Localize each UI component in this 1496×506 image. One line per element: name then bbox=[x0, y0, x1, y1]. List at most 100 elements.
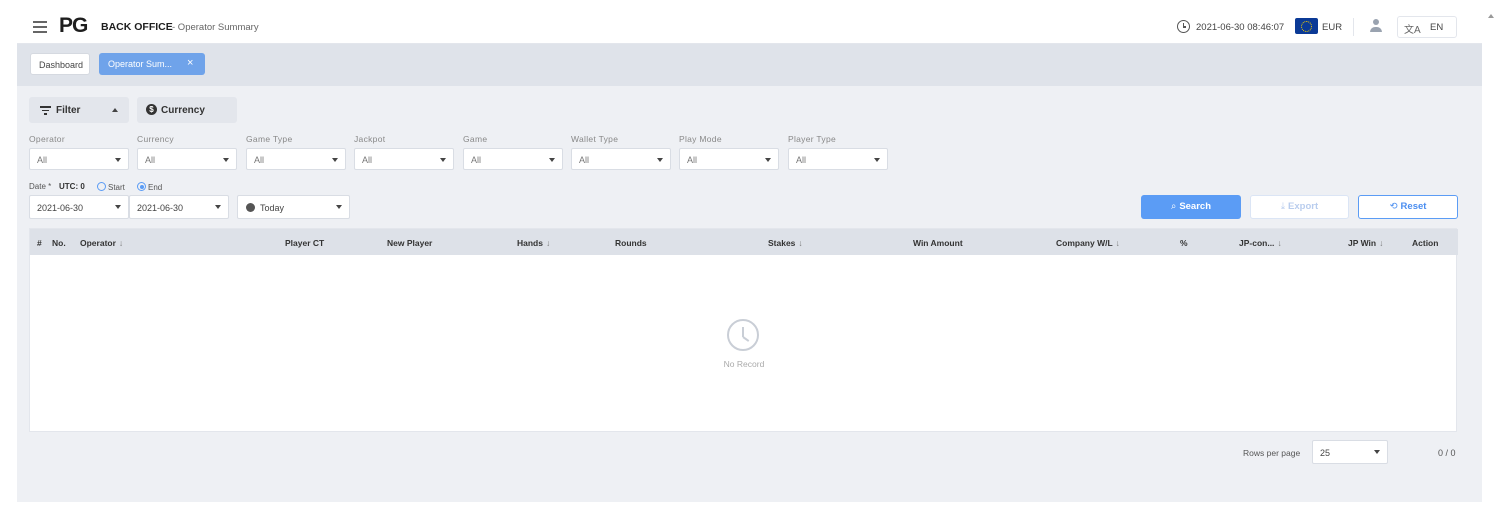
pg-logo: PG bbox=[59, 14, 88, 37]
chevron-down-icon bbox=[215, 205, 221, 209]
col-stakes[interactable]: Stakes ↓ bbox=[768, 238, 803, 248]
operator-filter-label: Operator bbox=[29, 134, 65, 144]
sort-arrow-icon: ↓ bbox=[118, 238, 124, 248]
chevron-down-icon bbox=[765, 158, 771, 162]
dollar-icon: $ bbox=[146, 104, 157, 115]
filter-toggle-button[interactable]: Filter bbox=[29, 97, 129, 123]
jackpot-select[interactable]: All bbox=[354, 148, 454, 170]
refresh-icon: ⟲ bbox=[1389, 201, 1398, 212]
language-code: EN bbox=[1430, 22, 1444, 33]
hamburger-menu-icon[interactable] bbox=[33, 21, 47, 33]
filter-label: Filter bbox=[56, 105, 81, 116]
clock-icon bbox=[1177, 20, 1190, 33]
no-record-text: No Record bbox=[723, 359, 765, 369]
select-value: All bbox=[145, 155, 156, 165]
chevron-down-icon bbox=[332, 158, 338, 162]
rows-per-page-label: Rows per page bbox=[1243, 448, 1301, 458]
user-icon[interactable] bbox=[1369, 19, 1383, 33]
chevron-down-icon bbox=[115, 158, 121, 162]
player-type-select[interactable]: All bbox=[788, 148, 888, 170]
select-value: All bbox=[37, 155, 48, 165]
date-range-select[interactable]: Today bbox=[237, 195, 350, 219]
select-value: All bbox=[471, 155, 482, 165]
scrollbar-up-arrow-icon[interactable] bbox=[1488, 14, 1494, 18]
chevron-down-icon bbox=[874, 158, 880, 162]
language-selector[interactable]: 文A EN bbox=[1397, 16, 1457, 38]
col-percent[interactable]: % bbox=[1180, 238, 1188, 248]
currency-label: Currency bbox=[161, 105, 205, 116]
col-action: Action bbox=[1412, 238, 1439, 248]
select-value: All bbox=[362, 155, 373, 165]
game-type-select[interactable]: All bbox=[246, 148, 346, 170]
export-button[interactable]: ⤓ Export bbox=[1250, 195, 1349, 219]
date-to-select[interactable]: 2021-06-30 bbox=[129, 195, 229, 219]
top-header: PG BACK OFFICE - Operator Summary 2021-0… bbox=[17, 10, 1482, 44]
end-radio-label: End bbox=[148, 183, 163, 192]
chevron-down-icon bbox=[657, 158, 663, 162]
select-value: All bbox=[687, 155, 698, 165]
col-new-player[interactable]: New Player bbox=[387, 238, 432, 248]
col-rounds[interactable]: Rounds bbox=[615, 238, 647, 248]
col-hands[interactable]: Hands ↓ bbox=[517, 238, 550, 248]
play-mode-select[interactable]: All bbox=[679, 148, 779, 170]
wallet-type-select[interactable]: All bbox=[571, 148, 671, 170]
sort-arrow-icon: ↓ bbox=[1277, 238, 1282, 248]
chevron-down-icon bbox=[336, 205, 342, 209]
currency-select[interactable]: All bbox=[137, 148, 237, 170]
caret-up-icon bbox=[112, 108, 118, 112]
col-company-wl[interactable]: Company W/L ↓ bbox=[1056, 238, 1120, 248]
data-table: # No. Operator ↓ Player CT New Player Han… bbox=[29, 228, 1458, 432]
export-button-label: Export bbox=[1288, 201, 1319, 212]
col-win-amount[interactable]: Win Amount bbox=[913, 238, 963, 248]
tab-label: Dashboard bbox=[39, 60, 84, 70]
date-label: Date * bbox=[29, 182, 52, 191]
close-tab-icon[interactable]: × bbox=[187, 57, 193, 69]
currency-filter-label: Currency bbox=[137, 134, 174, 144]
chevron-down-icon bbox=[223, 158, 229, 162]
chevron-down-icon bbox=[115, 205, 121, 209]
col-jp-win[interactable]: JP Win ↓ bbox=[1348, 238, 1383, 248]
player-type-filter-label: Player Type bbox=[788, 134, 837, 144]
select-value: All bbox=[579, 155, 590, 165]
sort-arrow-icon: ↓ bbox=[545, 238, 551, 248]
chevron-down-icon bbox=[1374, 450, 1380, 454]
translate-icon: 文A bbox=[1404, 25, 1421, 36]
header-divider bbox=[1353, 18, 1354, 36]
app-window: PG BACK OFFICE - Operator Summary 2021-0… bbox=[17, 10, 1482, 502]
filter-icon bbox=[40, 106, 51, 115]
start-radio[interactable] bbox=[97, 182, 106, 191]
currency-code[interactable]: EUR bbox=[1322, 22, 1342, 33]
utc-label: UTC: 0 bbox=[59, 182, 85, 191]
page-title: - Operator Summary bbox=[172, 22, 259, 33]
clock-icon bbox=[246, 203, 255, 212]
end-radio[interactable] bbox=[137, 182, 146, 191]
operator-select[interactable]: All bbox=[29, 148, 129, 170]
select-value: All bbox=[254, 155, 265, 165]
tab-operator-summary[interactable]: Operator Sum... × bbox=[99, 53, 205, 75]
col-jp-contribution[interactable]: JP-con... ↓ bbox=[1239, 238, 1282, 248]
game-select[interactable]: All bbox=[463, 148, 563, 170]
tab-label: Operator Sum... bbox=[108, 59, 173, 69]
start-radio-label: Start bbox=[108, 183, 125, 192]
app-name: BACK OFFICE bbox=[101, 21, 173, 33]
table-header: # No. Operator ↓ Player CT New Player Han… bbox=[30, 229, 1458, 255]
rows-per-page-select[interactable]: 25 bbox=[1312, 440, 1388, 464]
search-button[interactable]: ⌕ Search bbox=[1141, 195, 1241, 219]
col-operator[interactable]: Operator ↓ bbox=[80, 238, 123, 248]
currency-toggle-button[interactable]: $ Currency bbox=[137, 97, 237, 123]
select-value: 2021-06-30 bbox=[137, 203, 184, 213]
search-icon: ⌕ bbox=[1170, 201, 1177, 212]
game-type-filter-label: Game Type bbox=[246, 134, 293, 144]
reset-button[interactable]: ⟲ Reset bbox=[1358, 195, 1458, 219]
select-value: All bbox=[796, 155, 807, 165]
col-no[interactable]: No. bbox=[52, 238, 66, 248]
sort-arrow-icon: ↓ bbox=[1115, 238, 1120, 248]
tab-dashboard[interactable]: Dashboard bbox=[30, 53, 90, 75]
col-player-ct[interactable]: Player CT bbox=[285, 238, 324, 248]
chevron-down-icon bbox=[440, 158, 446, 162]
page-count: 0 / 0 bbox=[1438, 448, 1456, 458]
eu-flag-icon[interactable] bbox=[1295, 18, 1318, 34]
search-button-label: Search bbox=[1179, 201, 1211, 212]
filter-panel: Filter $ Currency Operator Currency Game… bbox=[17, 86, 1482, 230]
date-from-select[interactable]: 2021-06-30 bbox=[29, 195, 129, 219]
